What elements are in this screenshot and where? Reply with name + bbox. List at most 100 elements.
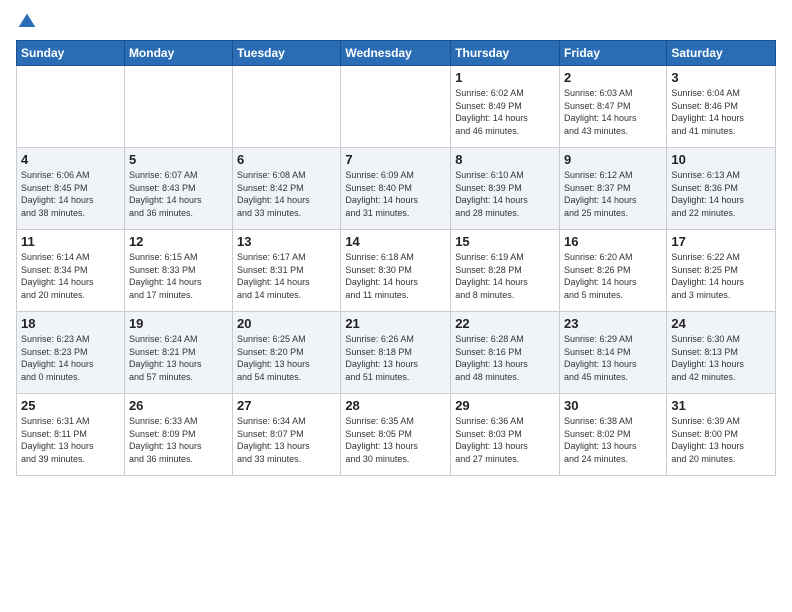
calendar-cell: 4 Sunrise: 6:06 AM Sunset: 8:45 PM Daylig… [17,148,125,230]
header-day: Wednesday [341,41,451,66]
day-number: 8 [455,152,555,167]
day-info: Sunrise: 6:24 AM Sunset: 8:21 PM Dayligh… [129,333,228,383]
day-number: 14 [345,234,446,249]
day-number: 27 [237,398,336,413]
header-day: Friday [560,41,667,66]
header-day: Tuesday [233,41,341,66]
header-day: Monday [124,41,232,66]
day-number: 29 [455,398,555,413]
calendar-cell: 1 Sunrise: 6:02 AM Sunset: 8:49 PM Daylig… [451,66,560,148]
header [16,12,776,32]
calendar-cell: 17 Sunrise: 6:22 AM Sunset: 8:25 PM Dayli… [667,230,776,312]
calendar-week: 11 Sunrise: 6:14 AM Sunset: 8:34 PM Dayli… [17,230,776,312]
day-info: Sunrise: 6:19 AM Sunset: 8:28 PM Dayligh… [455,251,555,301]
day-number: 18 [21,316,120,331]
day-info: Sunrise: 6:29 AM Sunset: 8:14 PM Dayligh… [564,333,662,383]
day-number: 16 [564,234,662,249]
calendar-cell: 25Sunrise: 6:31 AM Sunset: 8:11 PM Dayli… [17,394,125,476]
calendar-cell: 31 Sunrise: 6:39 AM Sunset: 8:00 PM Dayli… [667,394,776,476]
day-info: Sunrise: 6:03 AM Sunset: 8:47 PM Dayligh… [564,87,662,137]
calendar-week: 1 Sunrise: 6:02 AM Sunset: 8:49 PM Daylig… [17,66,776,148]
day-number: 15 [455,234,555,249]
calendar-cell: 20 Sunrise: 6:25 AM Sunset: 8:20 PM Dayli… [233,312,341,394]
day-info: Sunrise: 6:17 AM Sunset: 8:31 PM Dayligh… [237,251,336,301]
day-number: 10 [671,152,771,167]
calendar-cell [124,66,232,148]
calendar-cell: 18Sunrise: 6:23 AM Sunset: 8:23 PM Dayli… [17,312,125,394]
calendar-cell: 16 Sunrise: 6:20 AM Sunset: 8:26 PM Dayli… [560,230,667,312]
calendar-cell: 3 Sunrise: 6:04 AM Sunset: 8:46 PM Daylig… [667,66,776,148]
day-number: 20 [237,316,336,331]
logo [16,12,38,32]
calendar-week: 4 Sunrise: 6:06 AM Sunset: 8:45 PM Daylig… [17,148,776,230]
day-info: Sunrise: 6:07 AM Sunset: 8:43 PM Dayligh… [129,169,228,219]
day-info: Sunrise: 6:25 AM Sunset: 8:20 PM Dayligh… [237,333,336,383]
day-number: 26 [129,398,228,413]
day-info: Sunrise: 6:10 AM Sunset: 8:39 PM Dayligh… [455,169,555,219]
day-info: Sunrise: 6:20 AM Sunset: 8:26 PM Dayligh… [564,251,662,301]
day-number: 5 [129,152,228,167]
calendar-cell: 8 Sunrise: 6:10 AM Sunset: 8:39 PM Daylig… [451,148,560,230]
calendar-cell [341,66,451,148]
day-number: 3 [671,70,771,85]
calendar-body: 1 Sunrise: 6:02 AM Sunset: 8:49 PM Daylig… [17,66,776,476]
header-day: Saturday [667,41,776,66]
calendar-cell: 12 Sunrise: 6:15 AM Sunset: 8:33 PM Dayli… [124,230,232,312]
day-info: Sunrise: 6:30 AM Sunset: 8:13 PM Dayligh… [671,333,771,383]
calendar-week: 18Sunrise: 6:23 AM Sunset: 8:23 PM Dayli… [17,312,776,394]
day-info: Sunrise: 6:04 AM Sunset: 8:46 PM Dayligh… [671,87,771,137]
day-info: Sunrise: 6:38 AM Sunset: 8:02 PM Dayligh… [564,415,662,465]
day-info: Sunrise: 6:14 AM Sunset: 8:34 PM Dayligh… [21,251,120,301]
calendar-cell: 6 Sunrise: 6:08 AM Sunset: 8:42 PM Daylig… [233,148,341,230]
calendar-cell: 5 Sunrise: 6:07 AM Sunset: 8:43 PM Daylig… [124,148,232,230]
day-info: Sunrise: 6:31 AM Sunset: 8:11 PM Dayligh… [21,415,120,465]
calendar-cell: 27Sunrise: 6:34 AM Sunset: 8:07 PM Dayli… [233,394,341,476]
day-number: 19 [129,316,228,331]
day-info: Sunrise: 6:02 AM Sunset: 8:49 PM Dayligh… [455,87,555,137]
calendar-cell: 10 Sunrise: 6:13 AM Sunset: 8:36 PM Dayli… [667,148,776,230]
day-number: 11 [21,234,120,249]
header-row: SundayMondayTuesdayWednesdayThursdayFrid… [17,41,776,66]
day-number: 12 [129,234,228,249]
calendar-cell: 29 Sunrise: 6:36 AM Sunset: 8:03 PM Dayli… [451,394,560,476]
calendar-week: 25Sunrise: 6:31 AM Sunset: 8:11 PM Dayli… [17,394,776,476]
day-info: Sunrise: 6:12 AM Sunset: 8:37 PM Dayligh… [564,169,662,219]
day-info: Sunrise: 6:15 AM Sunset: 8:33 PM Dayligh… [129,251,228,301]
day-info: Sunrise: 6:39 AM Sunset: 8:00 PM Dayligh… [671,415,771,465]
calendar-cell: 26 Sunrise: 6:33 AM Sunset: 8:09 PM Dayli… [124,394,232,476]
calendar-cell: 9Sunrise: 6:12 AM Sunset: 8:37 PM Daylig… [560,148,667,230]
calendar-cell: 14 Sunrise: 6:18 AM Sunset: 8:30 PM Dayli… [341,230,451,312]
day-info: Sunrise: 6:06 AM Sunset: 8:45 PM Dayligh… [21,169,120,219]
day-info: Sunrise: 6:09 AM Sunset: 8:40 PM Dayligh… [345,169,446,219]
day-number: 31 [671,398,771,413]
day-info: Sunrise: 6:08 AM Sunset: 8:42 PM Dayligh… [237,169,336,219]
calendar-cell: 11 Sunrise: 6:14 AM Sunset: 8:34 PM Dayli… [17,230,125,312]
day-info: Sunrise: 6:33 AM Sunset: 8:09 PM Dayligh… [129,415,228,465]
day-number: 23 [564,316,662,331]
day-number: 21 [345,316,446,331]
calendar-cell: 13 Sunrise: 6:17 AM Sunset: 8:31 PM Dayli… [233,230,341,312]
header-day: Sunday [17,41,125,66]
calendar-cell: 21Sunrise: 6:26 AM Sunset: 8:18 PM Dayli… [341,312,451,394]
day-number: 4 [21,152,120,167]
day-info: Sunrise: 6:18 AM Sunset: 8:30 PM Dayligh… [345,251,446,301]
day-info: Sunrise: 6:36 AM Sunset: 8:03 PM Dayligh… [455,415,555,465]
calendar-cell: 7 Sunrise: 6:09 AM Sunset: 8:40 PM Daylig… [341,148,451,230]
day-info: Sunrise: 6:35 AM Sunset: 8:05 PM Dayligh… [345,415,446,465]
logo-icon [17,12,37,32]
day-info: Sunrise: 6:13 AM Sunset: 8:36 PM Dayligh… [671,169,771,219]
day-number: 13 [237,234,336,249]
day-number: 17 [671,234,771,249]
calendar: SundayMondayTuesdayWednesdayThursdayFrid… [16,40,776,476]
calendar-cell: 23 Sunrise: 6:29 AM Sunset: 8:14 PM Dayli… [560,312,667,394]
calendar-cell: 2 Sunrise: 6:03 AM Sunset: 8:47 PM Daylig… [560,66,667,148]
calendar-cell: 22Sunrise: 6:28 AM Sunset: 8:16 PM Dayli… [451,312,560,394]
day-number: 2 [564,70,662,85]
day-info: Sunrise: 6:22 AM Sunset: 8:25 PM Dayligh… [671,251,771,301]
calendar-cell: 28Sunrise: 6:35 AM Sunset: 8:05 PM Dayli… [341,394,451,476]
day-number: 30 [564,398,662,413]
calendar-cell [17,66,125,148]
day-number: 1 [455,70,555,85]
day-number: 6 [237,152,336,167]
day-number: 7 [345,152,446,167]
